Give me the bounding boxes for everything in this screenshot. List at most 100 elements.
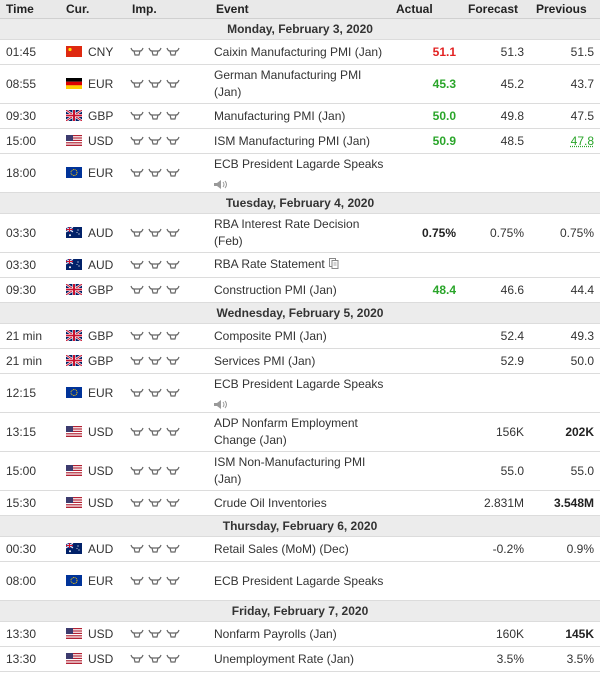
- event-cell[interactable]: RBA Interest Rate Decision (Feb): [210, 213, 390, 253]
- importance-icons: [130, 576, 180, 588]
- previous-text: 51.5: [570, 45, 594, 59]
- event-cell[interactable]: ISM Manufacturing PMI (Jan): [210, 128, 390, 154]
- event-cell[interactable]: RBA Rate Statement: [210, 252, 390, 278]
- event-row[interactable]: 21 min GBP Services PMI (Jan) 52.9 50.0: [0, 348, 600, 374]
- event-row[interactable]: 18:00 EUR ECB President Lagarde Speaks: [0, 153, 600, 193]
- day-header-row: Wednesday, February 5, 2020: [0, 302, 600, 324]
- currency-code: USD: [88, 652, 114, 666]
- de-flag-icon: [66, 78, 82, 89]
- event-row[interactable]: 21 min GBP Composite PMI (Jan) 52.4 49.3: [0, 323, 600, 349]
- event-name[interactable]: ISM Manufacturing PMI (Jan): [214, 134, 370, 148]
- event-cell[interactable]: Retail Sales (MoM) (Dec): [210, 536, 390, 562]
- importance-icons: [130, 654, 180, 666]
- header-actual[interactable]: Actual: [390, 0, 462, 19]
- event-name[interactable]: Retail Sales (MoM) (Dec): [214, 542, 349, 556]
- event-row[interactable]: 15:00 USD ISM Manufacturing PMI (Jan) 50.9…: [0, 128, 600, 154]
- event-cell[interactable]: Caixin Manufacturing PMI (Jan): [210, 39, 390, 65]
- event-name[interactable]: Unemployment Rate (Jan): [214, 652, 354, 666]
- currency-code: AUD: [88, 226, 114, 240]
- event-cell[interactable]: ECB President Lagarde Speaks: [210, 373, 390, 413]
- event-row[interactable]: 15:00 USD ISM Non-Manufacturing PMI (Jan)…: [0, 451, 600, 491]
- event-name[interactable]: Construction PMI (Jan): [214, 283, 337, 297]
- event-row[interactable]: 01:45 CNY Caixin Manufacturing PMI (Jan) 5…: [0, 39, 600, 65]
- event-cell[interactable]: ECB President Lagarde Speaks: [210, 561, 390, 601]
- importance-icons: [130, 388, 180, 400]
- event-name[interactable]: Manufacturing PMI (Jan): [214, 109, 345, 123]
- previous-text: 3.548M: [553, 496, 594, 510]
- event-name[interactable]: Caixin Manufacturing PMI (Jan): [214, 45, 382, 59]
- forecast-value: 46.6: [462, 277, 530, 303]
- event-row[interactable]: 00:30 AUD Retail Sales (MoM) (Dec) -0.2% 0.…: [0, 536, 600, 562]
- forecast-value: [462, 252, 530, 278]
- event-cell[interactable]: Unemployment Rate (Jan): [210, 646, 390, 672]
- event-row[interactable]: 08:00 EUR ECB President Lagarde Speaks: [0, 561, 600, 601]
- forecast-value: [462, 373, 530, 413]
- previous-value: [530, 252, 600, 278]
- day-header-row: Thursday, February 6, 2020: [0, 515, 600, 537]
- event-row[interactable]: 13:30 USD Unemployment Rate (Jan) 3.5% 3.5%: [0, 646, 600, 672]
- actual-value: [390, 348, 462, 374]
- currency-code: EUR: [88, 574, 114, 588]
- event-name[interactable]: RBA Interest Rate Decision (Feb): [214, 217, 359, 248]
- currency-cell: CNY: [60, 39, 126, 65]
- currency-cell: AUD: [60, 252, 126, 278]
- currency-cell: USD: [60, 621, 126, 647]
- event-name[interactable]: Composite PMI (Jan): [214, 329, 327, 343]
- event-name[interactable]: Services PMI (Jan): [214, 354, 315, 368]
- event-row[interactable]: 09:30 GBP Construction PMI (Jan) 48.4 46.6 4…: [0, 277, 600, 303]
- event-cell[interactable]: ADP Nonfarm Employment Change (Jan): [210, 412, 390, 452]
- event-name[interactable]: German Manufacturing PMI (Jan): [214, 68, 361, 99]
- currency-cell: USD: [60, 490, 126, 516]
- currency-code: USD: [88, 496, 114, 510]
- header-time[interactable]: Time: [0, 0, 60, 19]
- event-name[interactable]: Nonfarm Payrolls (Jan): [214, 627, 337, 641]
- event-row[interactable]: 03:30 AUD RBA Rate Statement: [0, 252, 600, 278]
- header-previous[interactable]: Previous: [530, 0, 600, 19]
- previous-text: 0.75%: [559, 226, 594, 240]
- previous-text: 202K: [565, 425, 594, 439]
- event-name[interactable]: ISM Non-Manufacturing PMI (Jan): [214, 455, 365, 486]
- event-cell[interactable]: Composite PMI (Jan): [210, 323, 390, 349]
- event-cell[interactable]: German Manufacturing PMI (Jan): [210, 64, 390, 104]
- currency-cell: USD: [60, 128, 126, 154]
- actual-value: 0.75%: [390, 213, 462, 253]
- event-row[interactable]: 03:30 AUD RBA Interest Rate Decision (Feb…: [0, 213, 600, 253]
- event-cell[interactable]: Manufacturing PMI (Jan): [210, 103, 390, 129]
- document-icon[interactable]: [328, 257, 339, 274]
- event-row[interactable]: 09:30 GBP Manufacturing PMI (Jan) 50.0 49.8…: [0, 103, 600, 129]
- header-event[interactable]: Event: [210, 0, 390, 19]
- header-importance[interactable]: Imp.: [126, 0, 210, 19]
- header-forecast[interactable]: Forecast: [462, 0, 530, 19]
- event-cell[interactable]: Nonfarm Payrolls (Jan): [210, 621, 390, 647]
- event-name[interactable]: ECB President Lagarde Speaks: [214, 157, 383, 171]
- event-cell[interactable]: Construction PMI (Jan): [210, 277, 390, 303]
- previous-value: 3.5%: [530, 646, 600, 672]
- importance-cell: [126, 103, 210, 129]
- forecast-value: 51.3: [462, 39, 530, 65]
- event-row[interactable]: 12:15 EUR ECB President Lagarde Speaks: [0, 373, 600, 413]
- importance-icons: [130, 168, 180, 180]
- event-cell[interactable]: ISM Non-Manufacturing PMI (Jan): [210, 451, 390, 491]
- event-name[interactable]: ECB President Lagarde Speaks: [214, 377, 383, 391]
- forecast-value: 52.9: [462, 348, 530, 374]
- event-row[interactable]: 08:55 EUR German Manufacturing PMI (Jan) 4…: [0, 64, 600, 104]
- event-row[interactable]: 13:15 USD ADP Nonfarm Employment Change (…: [0, 412, 600, 452]
- event-cell[interactable]: Services PMI (Jan): [210, 348, 390, 374]
- us-flag-icon: [66, 628, 82, 639]
- au-flag-icon: [66, 259, 82, 270]
- event-cell[interactable]: Crude Oil Inventories: [210, 490, 390, 516]
- currency-code: USD: [88, 425, 114, 439]
- actual-value: [390, 153, 462, 193]
- event-cell[interactable]: ECB President Lagarde Speaks: [210, 153, 390, 193]
- event-row[interactable]: 15:30 USD Crude Oil Inventories 2.831M 3.54…: [0, 490, 600, 516]
- event-name[interactable]: Crude Oil Inventories: [214, 496, 327, 510]
- header-currency[interactable]: Cur.: [60, 0, 126, 19]
- event-row[interactable]: 13:30 USD Nonfarm Payrolls (Jan) 160K 145K: [0, 621, 600, 647]
- actual-value: [390, 252, 462, 278]
- forecast-value: [462, 561, 530, 601]
- event-name[interactable]: RBA Rate Statement: [214, 257, 325, 271]
- event-name[interactable]: ADP Nonfarm Employment Change (Jan): [214, 416, 358, 447]
- previous-text: 55.0: [570, 464, 594, 478]
- event-name[interactable]: ECB President Lagarde Speaks: [214, 574, 383, 588]
- actual-value: 51.1: [390, 39, 462, 65]
